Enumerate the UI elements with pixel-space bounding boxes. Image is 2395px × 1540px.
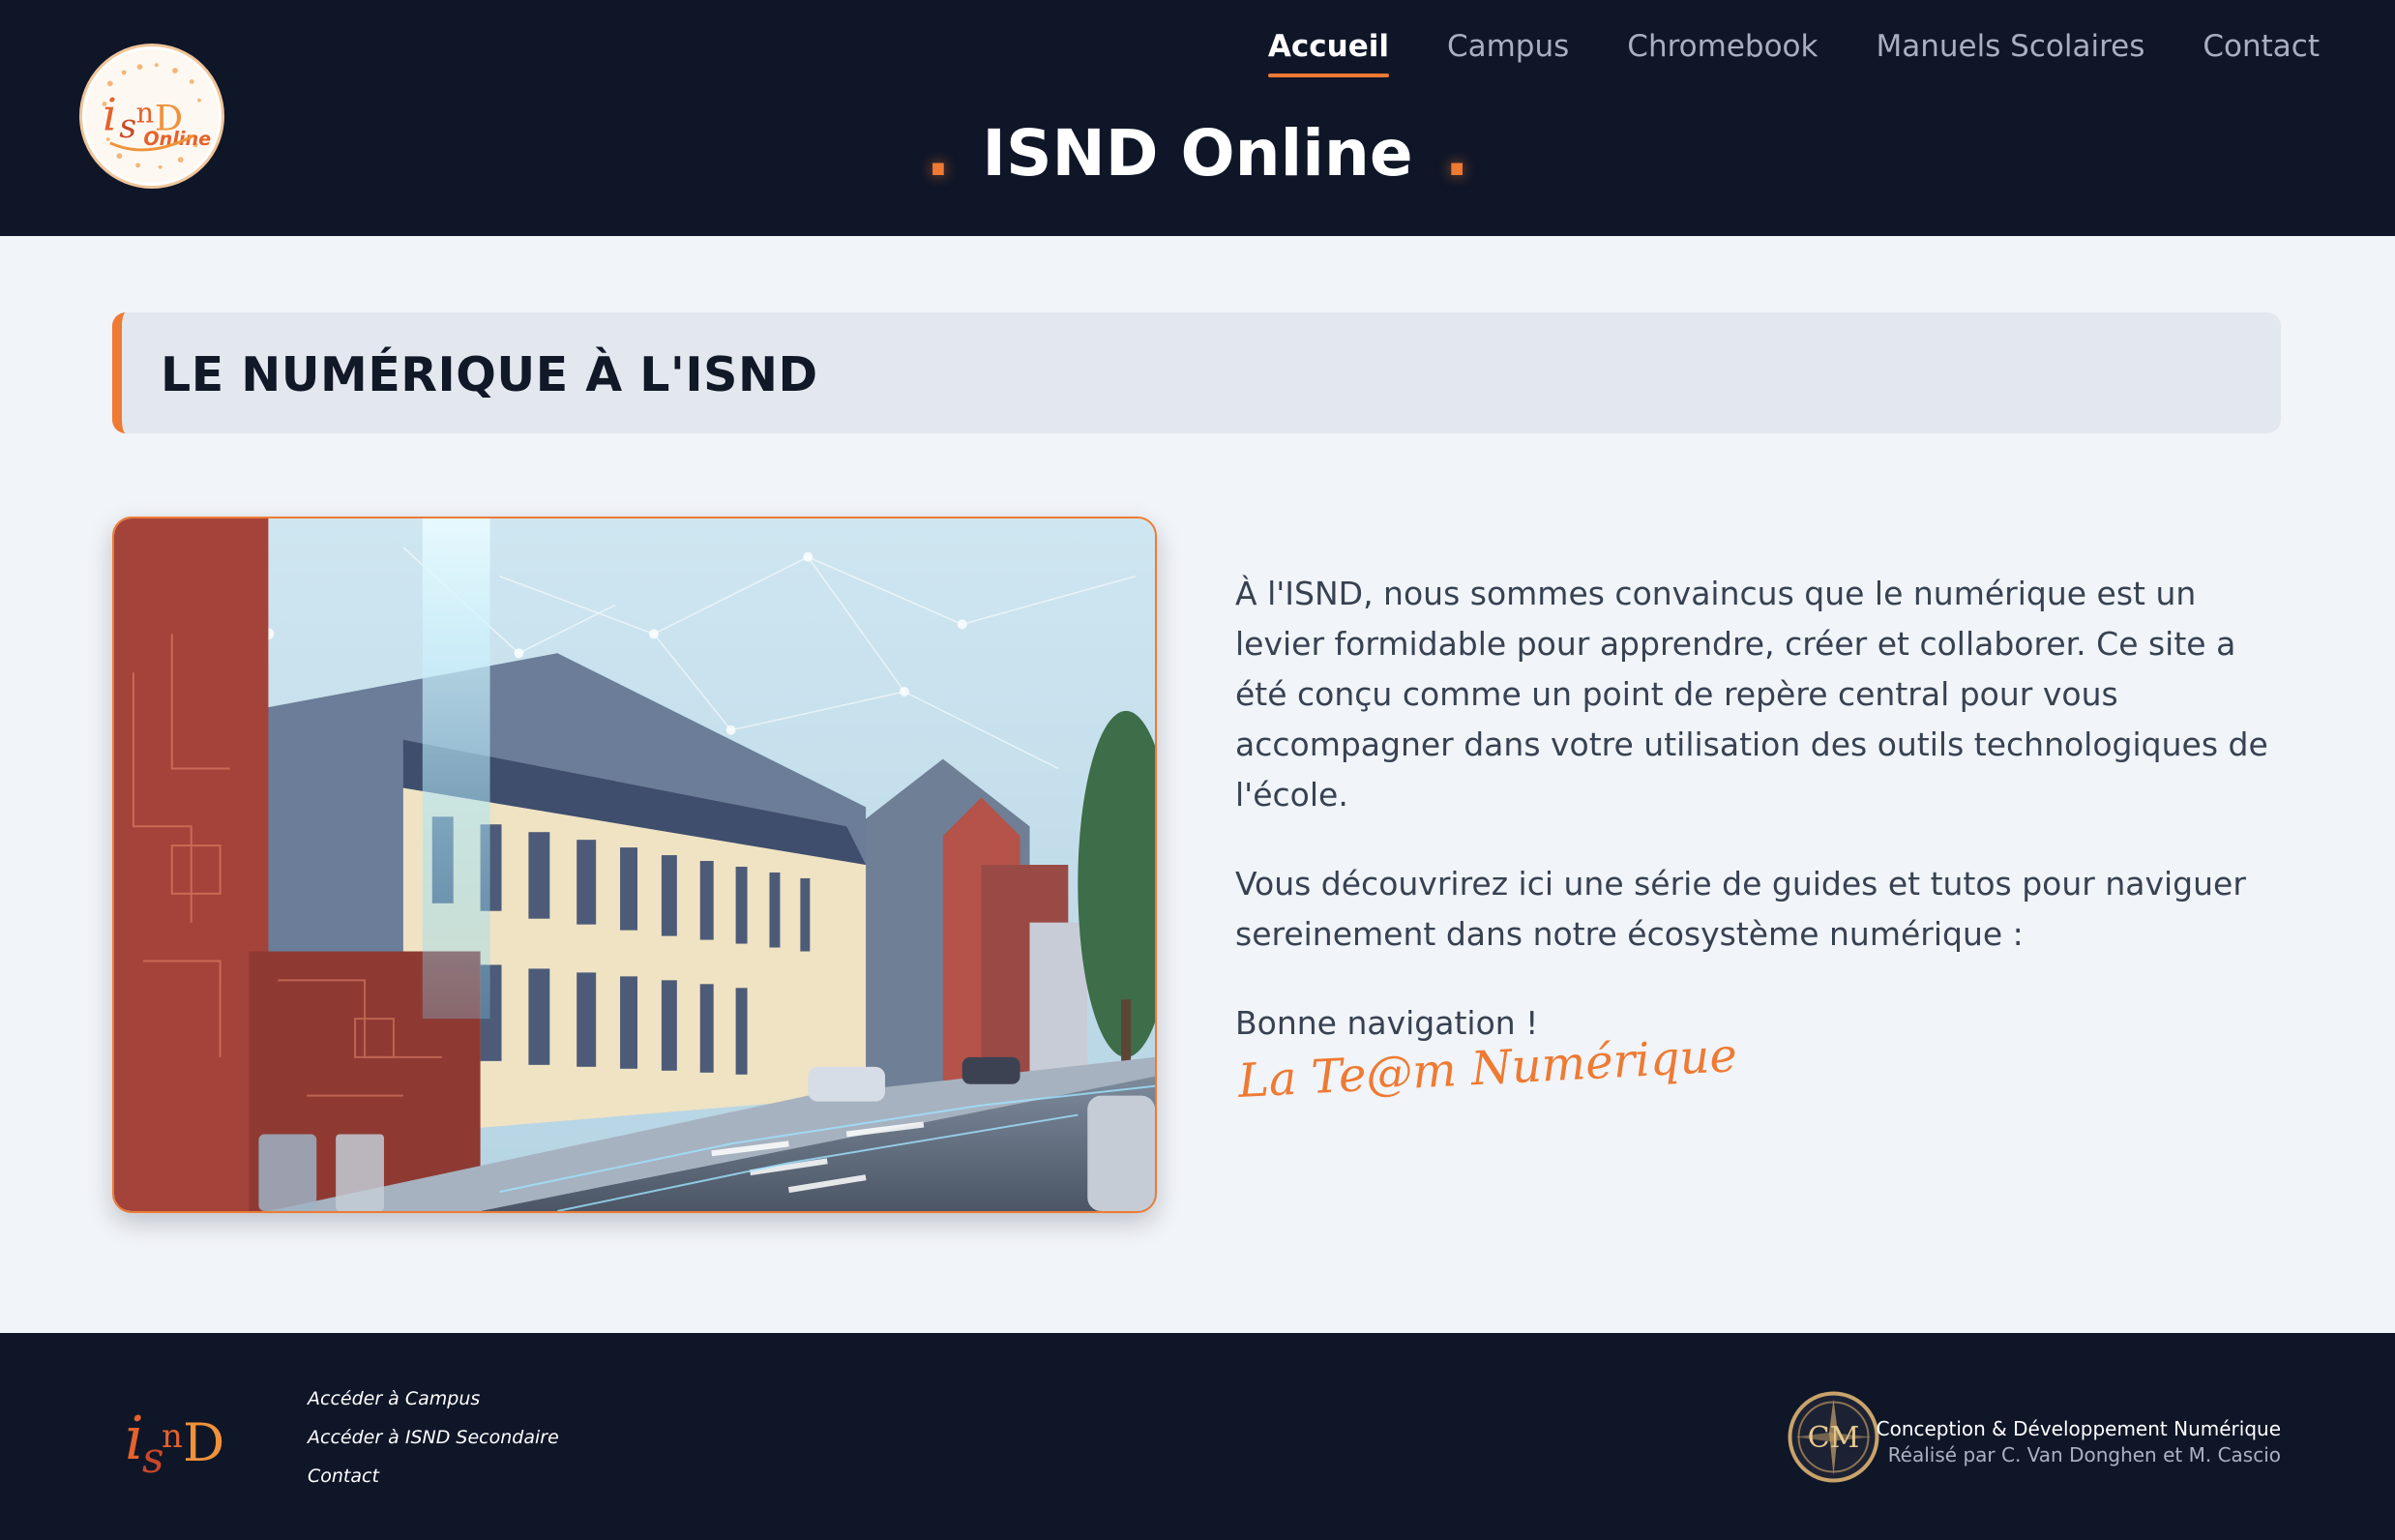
footer-logo: i s n D: [125, 1403, 224, 1483]
footer-link-campus[interactable]: Accéder à Campus: [308, 1387, 559, 1410]
footer-link-isnd-secondaire[interactable]: Accéder à ISND Secondaire: [308, 1426, 559, 1449]
cm-badge-icon: CM: [1788, 1391, 1879, 1483]
nav-item-campus[interactable]: Campus: [1447, 29, 1569, 77]
svg-text:i: i: [125, 1403, 144, 1473]
site-header: i s n D Online Accueil Campus Chromebook…: [0, 0, 2395, 236]
section-heading: LE NUMÉRIQUE À L'ISND: [161, 347, 818, 402]
title-dot-left: .: [926, 116, 951, 191]
svg-text:CM: CM: [1808, 1421, 1860, 1455]
site-footer: i s n D Accéder à Campus Accéder à ISND …: [0, 1333, 2395, 1540]
nav-item-manuels-scolaires[interactable]: Manuels Scolaires: [1876, 29, 2144, 77]
section-heading-box: LE NUMÉRIQUE À L'ISND: [112, 312, 2281, 433]
svg-text:D: D: [183, 1412, 224, 1473]
main-nav: Accueil Campus Chromebook Manuels Scolai…: [1267, 29, 2320, 77]
site-title: . ISND Online .: [0, 116, 2395, 191]
footer-links: Accéder à Campus Accéder à ISND Secondai…: [308, 1387, 559, 1488]
credit-line-2: Réalisé par C. Van Donghen et M. Cascio: [1887, 1443, 2281, 1466]
svg-text:n: n: [162, 1417, 183, 1456]
nav-item-chromebook[interactable]: Chromebook: [1627, 29, 1818, 77]
intro-paragraph-2: Vous découvrirez ici une série de guides…: [1235, 865, 2246, 953]
footer-link-contact[interactable]: Contact: [308, 1465, 559, 1488]
footer-credits: Conception & Développement Numérique Réa…: [1877, 1416, 2281, 1468]
site-title-text: ISND Online: [982, 116, 1413, 191]
school-building-image: [114, 518, 1155, 1211]
credit-line-1: Conception & Développement Numérique: [1876, 1417, 2281, 1440]
school-illustration: [112, 517, 1157, 1213]
intro-text: À l'ISND, nous sommes convaincus que le …: [1235, 569, 2270, 1087]
title-dot-right: .: [1444, 116, 1469, 191]
nav-item-contact[interactable]: Contact: [2203, 29, 2320, 77]
intro-paragraph-1: À l'ISND, nous sommes convaincus que le …: [1235, 575, 2268, 814]
intro-paragraph-3: Bonne navigation !: [1235, 1004, 1539, 1042]
nav-item-accueil[interactable]: Accueil: [1267, 29, 1390, 77]
